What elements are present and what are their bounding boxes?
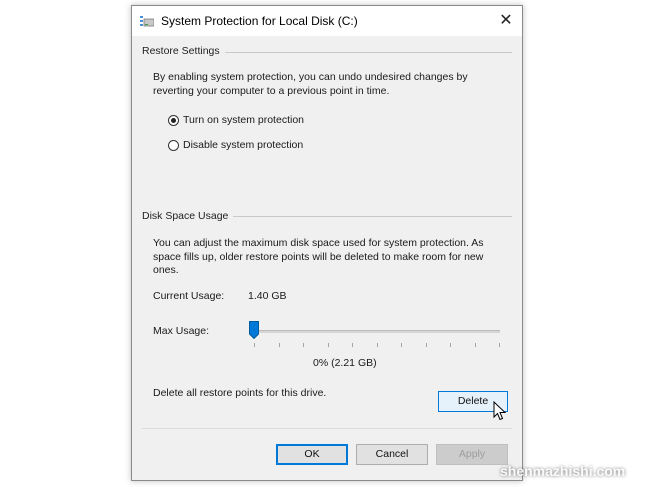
ok-button[interactable]: OK bbox=[276, 444, 348, 465]
slider-tick bbox=[303, 343, 304, 347]
delete-description: Delete all restore points for this drive… bbox=[153, 387, 327, 399]
apply-button[interactable]: Apply bbox=[436, 444, 508, 465]
footer-divider bbox=[142, 428, 512, 429]
slider-tick bbox=[352, 343, 353, 347]
close-icon: ✕ bbox=[499, 12, 513, 29]
slider-tick bbox=[475, 343, 476, 347]
slider-tick bbox=[450, 343, 451, 347]
max-usage-label: Max Usage: bbox=[153, 325, 210, 337]
slider-tick bbox=[254, 343, 255, 347]
disk-space-description: You can adjust the maximum disk space us… bbox=[153, 237, 484, 276]
radio-label-turn-on[interactable]: Turn on system protection bbox=[183, 114, 304, 128]
radio-button-selected[interactable] bbox=[168, 115, 179, 126]
slider-tick bbox=[377, 343, 378, 347]
max-usage-readout: 0% (2.21 GB) bbox=[313, 357, 377, 369]
slider-tick bbox=[328, 343, 329, 347]
current-usage-value: 1.40 GB bbox=[248, 290, 287, 302]
close-button[interactable]: ✕ bbox=[490, 6, 522, 36]
watermark-text: shenmazhishi.com bbox=[500, 463, 626, 479]
slider-tick bbox=[401, 343, 402, 347]
radio-button[interactable] bbox=[168, 140, 179, 151]
restore-settings-header: Restore Settings bbox=[142, 45, 225, 57]
slider-tick bbox=[499, 343, 500, 347]
restore-settings-description: By enabling system protection, you can u… bbox=[153, 71, 468, 97]
current-usage-label: Current Usage: bbox=[153, 290, 225, 302]
radio-label-disable[interactable]: Disable system protection bbox=[183, 139, 303, 153]
mouse-cursor-icon bbox=[493, 401, 507, 421]
title-bar[interactable]: System Protection for Local Disk (C:) ✕ bbox=[132, 6, 522, 36]
disk-space-header: Disk Space Usage bbox=[142, 210, 234, 222]
slider-thumb[interactable] bbox=[249, 321, 259, 339]
slider-tick bbox=[279, 343, 280, 347]
drive-protection-icon bbox=[140, 16, 154, 27]
window-title: System Protection for Local Disk (C:) bbox=[161, 14, 358, 28]
slider-track[interactable] bbox=[253, 330, 500, 333]
system-protection-dialog: System Protection for Local Disk (C:) ✕ … bbox=[131, 5, 523, 481]
cancel-button[interactable]: Cancel bbox=[356, 444, 428, 465]
slider-tick bbox=[426, 343, 427, 347]
